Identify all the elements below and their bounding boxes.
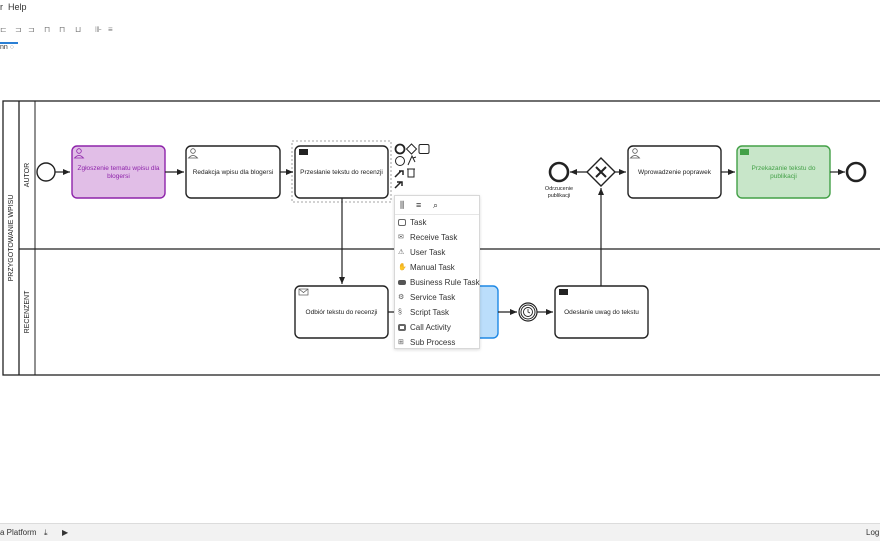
menu-item-sub-process[interactable]: ⊞ Sub Process [395,335,479,350]
sub-process-icon: ⊞ [398,339,404,346]
menu-item-label: Business Rule Task [410,278,480,287]
call-activity-icon [398,324,406,331]
menu-item-service-task[interactable]: ⚙ Service Task [395,290,479,305]
menu-item-label: Sub Process [410,338,456,347]
end-event-rejection[interactable] [548,161,570,183]
task-send-feedback[interactable]: Odesłanie uwag do tekstu [554,285,649,339]
menu-item-manual-task[interactable]: ✋ Manual Task [395,260,479,275]
timer-event[interactable] [518,302,538,322]
task-receive-for-review[interactable]: Odbiór tekstu do recenzji [294,285,389,339]
task-label-line: blogersi [107,173,130,180]
task-blog-editing[interactable]: Redakcja wpisu dla blogersi [185,145,281,199]
trash-icon[interactable] [407,168,415,178]
platform-label: a Platform [0,528,37,537]
send-message-icon [559,289,568,295]
column-icon[interactable]: ⫼ [400,200,404,211]
menu-item-script-task[interactable]: § Script Task [395,305,479,320]
menu-item-business-rule-task[interactable]: Business Rule Task [395,275,480,290]
send-message-icon [740,149,749,155]
align-top-icon[interactable]: ⊓ [44,26,52,34]
menu-item-label: Task [410,218,427,227]
menu-item-help[interactable]: Help [8,2,27,12]
append-intermediate-event-icon[interactable] [395,156,405,166]
distribute-vertical-icon[interactable]: ≡ [108,26,116,34]
user-icon: ⚠ [398,249,405,256]
play-icon[interactable]: ▶ [62,528,68,537]
toolbar [0,22,880,40]
task-icon [398,219,406,226]
append-task-icon[interactable] [418,144,430,154]
connect-arrow-icon[interactable] [394,181,403,189]
task-apply-corrections[interactable]: Wprowadzenie poprawek [627,145,722,199]
start-event[interactable] [36,162,56,182]
log-button[interactable]: Log [866,528,879,537]
end-event[interactable] [845,161,867,183]
append-gateway-icon[interactable] [405,143,418,155]
task-label-line: Przekazanie tekstu do [752,165,816,172]
search-icon[interactable]: ⌕ [433,200,438,211]
tab-label: nn [0,44,8,51]
align-center-icon[interactable]: ⊐ [15,26,23,34]
menu-item-call-activity[interactable]: Call Activity [395,320,479,335]
list-icon[interactable]: ≡ [416,200,421,210]
end-event-label-line: Odrzucenie [545,186,573,192]
menu-item-truncated[interactable]: r [0,2,3,12]
menu-item-label: Call Activity [410,323,451,332]
task-send-for-publication[interactable]: Przekazanie tekstu do publikacji [736,145,831,199]
send-message-icon [299,149,308,155]
menu-item-label: User Task [410,248,446,257]
task-label-line: publikacji [770,173,797,180]
align-bottom-icon[interactable]: ⊔ [75,26,83,34]
append-end-event-icon[interactable] [394,143,406,155]
exclusive-gateway[interactable] [586,157,616,187]
envelope-icon: ✉ [398,234,404,241]
replace-menu-header: ⫼ ≡ ⌕ [395,196,479,215]
menu-item-label: Receive Task [410,233,458,242]
close-icon[interactable]: ○ [10,44,14,51]
lane-label-author: AUTOR [24,163,31,187]
menu-bar: r Help [0,0,880,22]
align-left-icon[interactable]: ⊏ [0,26,8,34]
gear-icon: ⚙ [398,294,405,301]
task-label-line: Odbiór tekstu do recenzji [306,309,378,316]
distribute-horizontal-icon[interactable]: ⊪ [95,26,103,34]
deploy-icon[interactable]: ⤓ [44,528,48,538]
task-label-line: Redakcja wpisu dla blogersi [193,169,274,176]
menu-item-receive-task[interactable]: ✉ Receive Task [395,230,479,245]
replace-menu: ⫼ ≡ ⌕ Task ✉ Receive Task ⚠ User Task ✋ Man… [394,195,480,349]
connect-icon[interactable] [407,154,417,166]
menu-item-label: Script Task [410,308,449,317]
task-label-line: Zgłoszenie tematu wpisu dla [77,165,159,172]
menu-item-task[interactable]: Task [395,215,479,230]
menu-item-label: Manual Task [410,263,455,272]
menu-item-label: Service Task [410,293,456,302]
wrench-icon[interactable] [394,170,404,178]
task-label-line: Odesłanie uwag do tekstu [564,309,639,316]
status-bar: a Platform ⤓ ▶ Log [0,523,880,541]
table-icon [398,280,406,285]
tab-diagram[interactable]: nn ○ [0,42,18,58]
script-icon: § [398,309,402,316]
tab-bar [0,40,880,58]
task-label-line: Przesłanie tekstu do recenzji [300,169,383,176]
lane-label-reviewer: RECENZENT [24,290,31,334]
hand-icon: ✋ [398,264,407,271]
end-event-label-line: publikacji [548,193,571,199]
align-middle-icon[interactable]: ⊓ [59,26,67,34]
menu-item-user-task[interactable]: ⚠ User Task [395,245,479,260]
task-send-for-review[interactable]: Przesłanie tekstu do recenzji [291,140,392,203]
context-pad [394,142,434,192]
task-label-line: Wprowadzenie poprawek [638,169,712,176]
align-right-icon[interactable]: ⊐ [28,26,36,34]
pool-label: PRZYGOTOWANIE WPISU [8,195,15,282]
task-topic-submission[interactable]: Zgłoszenie tematu wpisu dla blogersi [71,145,166,199]
